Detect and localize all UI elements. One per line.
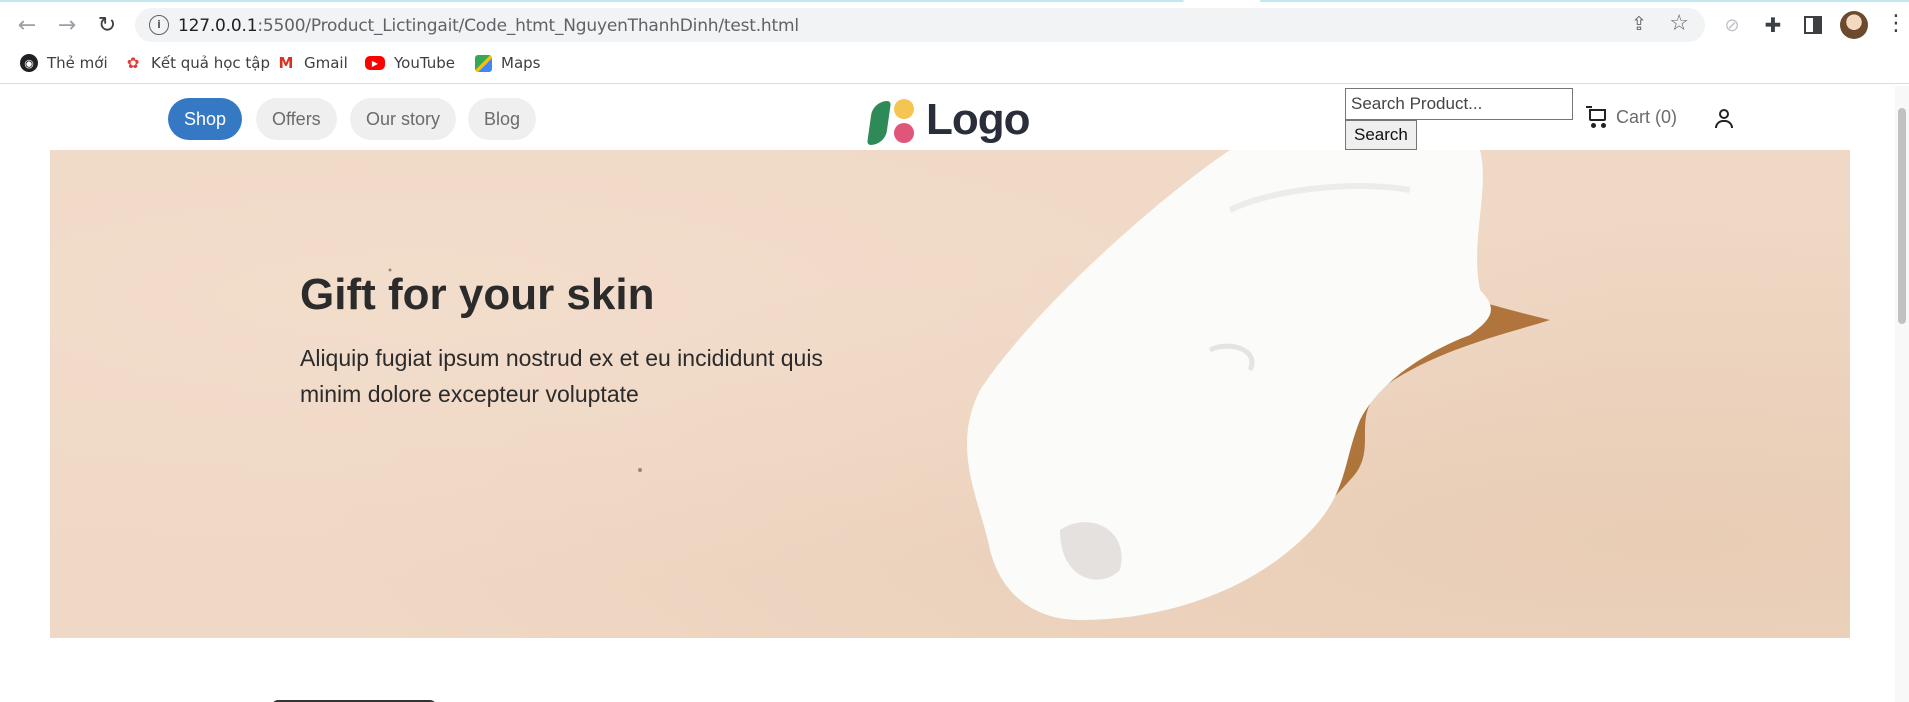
extensions-puzzle-icon[interactable]: ✚ — [1760, 12, 1786, 38]
hero-banner: Gift for your skin Aliquip fugiat ipsum … — [50, 150, 1850, 638]
bookmark-label: Gmail — [304, 54, 348, 72]
reload-icon[interactable]: ↻ — [92, 10, 122, 40]
bookmarks-bar: ◉ Thẻ mới ✿ Kết quả học tập M Gmail ▶ YouTub… — [0, 46, 1909, 84]
logo-mark-icon — [866, 95, 918, 145]
youtube-icon: ▶ — [365, 56, 385, 70]
url-path: :5500/Product_Lictingait/Code_htmt_Nguye… — [257, 16, 799, 36]
nav-blog-button[interactable]: Blog — [468, 98, 537, 140]
bookmark-youtube[interactable]: ▶ YouTube — [365, 54, 455, 72]
site-header: Shop Offers Our story Blog Logo Search C… — [0, 86, 1895, 150]
bookmark-maps[interactable]: Maps — [475, 54, 540, 72]
side-panel-icon[interactable] — [1800, 12, 1826, 38]
share-icon[interactable]: ⇪ — [1631, 13, 1647, 35]
search-input[interactable] — [1345, 88, 1573, 120]
page-viewport: Shop Offers Our story Blog Logo Search C… — [0, 86, 1909, 702]
profile-avatar[interactable] — [1840, 11, 1868, 39]
menu-kebab-icon[interactable]: ⋮ — [1885, 11, 1907, 37]
site-info-icon[interactable]: i — [149, 15, 169, 35]
page-scrollbar[interactable] — [1895, 86, 1909, 702]
forward-arrow-icon[interactable]: → — [52, 10, 82, 40]
bookmark-ket-qua-hoc-tap[interactable]: ✿ Kết quả học tập — [124, 54, 270, 72]
maps-icon — [475, 54, 492, 72]
address-bar[interactable]: i 127.0.0.1:5500/Product_Lictingait/Code… — [135, 8, 1705, 42]
bookmark-label: Kết quả học tập — [151, 54, 270, 72]
school-logo-icon: ✿ — [126, 54, 140, 72]
hero-subtitle: Aliquip fugiat ipsum nostrud ex et eu in… — [300, 345, 823, 407]
bookmark-label: Maps — [501, 54, 541, 72]
nav-offers-button[interactable]: Offers — [256, 98, 337, 140]
bookmark-the-moi[interactable]: ◉ Thẻ mới — [20, 54, 108, 72]
cart-link[interactable]: Cart (0) — [1586, 106, 1677, 128]
search-button[interactable]: Search — [1345, 120, 1417, 150]
url-text[interactable]: 127.0.0.1:5500/Product_Lictingait/Code_h… — [178, 16, 799, 36]
globe-icon: ◉ — [20, 54, 38, 72]
gmail-icon: M — [278, 54, 294, 72]
compass-icon[interactable]: ⊘ — [1719, 12, 1745, 38]
hero-title: Gift for your skin — [300, 270, 655, 319]
bookmark-label: Thẻ mới — [47, 54, 108, 72]
cart-icon — [1586, 106, 1608, 128]
back-arrow-icon[interactable]: ← — [12, 10, 42, 40]
browser-toolbar: ← → ↻ i 127.0.0.1:5500/Product_Lictingai… — [0, 2, 1909, 46]
bookmark-gmail[interactable]: M Gmail — [277, 54, 348, 72]
user-account-icon[interactable] — [1713, 107, 1735, 129]
nav-our-story-button[interactable]: Our story — [350, 98, 457, 140]
logo-text: Logo — [926, 95, 1031, 144]
scrollbar-thumb[interactable] — [1898, 108, 1906, 324]
site-logo[interactable]: Logo — [866, 94, 1031, 146]
cart-label: Cart (0) — [1616, 106, 1678, 127]
bookmark-label: YouTube — [394, 54, 455, 72]
nav-shop-button[interactable]: Shop — [168, 98, 243, 140]
bookmark-star-icon[interactable]: ☆ — [1669, 11, 1689, 36]
url-host: 127.0.0.1 — [178, 16, 258, 36]
